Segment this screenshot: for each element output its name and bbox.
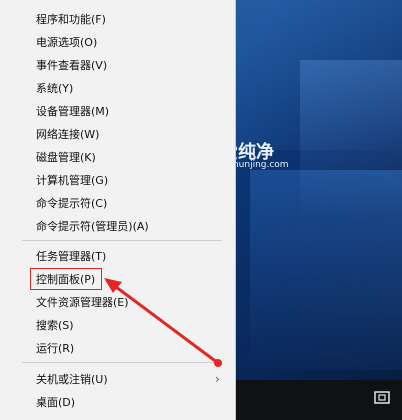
tray-icon[interactable] bbox=[372, 388, 392, 408]
menu-item-disk[interactable]: 磁盘管理(K) bbox=[36, 150, 96, 165]
menu-item-network[interactable]: 网络连接(W) bbox=[36, 127, 99, 142]
menu-item-search[interactable]: 搜索(S) bbox=[36, 318, 74, 333]
menu-item-run[interactable]: 运行(R) bbox=[36, 341, 74, 356]
menu-item-devicemgr[interactable]: 设备管理器(M) bbox=[36, 104, 109, 119]
menu-item-computermgmt[interactable]: 计算机管理(G) bbox=[36, 173, 108, 188]
menu-item-programs[interactable]: 程序和功能(F) bbox=[36, 12, 106, 27]
menu-item-taskmgr[interactable]: 任务管理器(T) bbox=[36, 249, 106, 264]
context-menu: 程序和功能(F) 电源选项(O) 事件查看器(V) 系统(Y) 设备管理器(M)… bbox=[0, 0, 236, 420]
menu-item-cmdadmin[interactable]: 命令提示符(管理员)(A) bbox=[36, 219, 149, 234]
menu-separator bbox=[22, 362, 222, 363]
menu-item-eventviewer[interactable]: 事件查看器(V) bbox=[36, 58, 107, 73]
menu-separator bbox=[22, 240, 222, 241]
menu-item-explorer[interactable]: 文件资源管理器(E) bbox=[36, 295, 129, 310]
menu-item-system[interactable]: 系统(Y) bbox=[36, 81, 73, 96]
menu-item-power[interactable]: 电源选项(O) bbox=[36, 35, 97, 50]
menu-item-controlpanel[interactable]: 控制面板(P) bbox=[36, 272, 95, 287]
menu-item-cmd[interactable]: 命令提示符(C) bbox=[36, 196, 107, 211]
chevron-right-icon: › bbox=[215, 372, 220, 386]
menu-item-shutdown[interactable]: 关机或注销(U) bbox=[36, 372, 108, 387]
menu-item-desktop[interactable]: 桌面(D) bbox=[36, 395, 75, 410]
taskbar bbox=[236, 380, 402, 420]
